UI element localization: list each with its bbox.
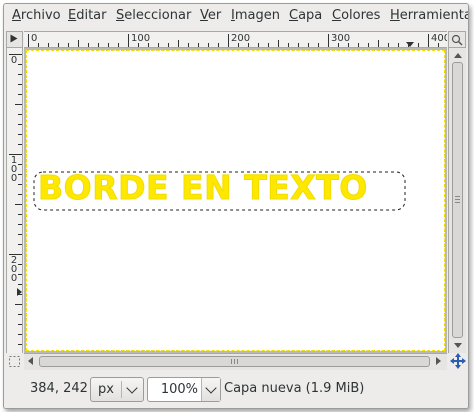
zoom-image-icon xyxy=(451,34,463,46)
quick-mask-icon xyxy=(9,356,20,367)
menubar: Archivo Editar Seleccionar Ver Imagen Ca… xyxy=(4,4,468,28)
menu-editar[interactable]: Editar xyxy=(68,8,107,23)
image-canvas[interactable]: BORDE EN TEXTO xyxy=(26,50,445,351)
navigate-button[interactable] xyxy=(450,353,466,369)
menu-imagen[interactable]: Imagen xyxy=(231,8,280,23)
menu-ver[interactable]: Ver xyxy=(200,8,221,23)
hruler-label-0: 0 xyxy=(31,33,38,44)
vruler-label-0: 0 xyxy=(10,55,18,66)
layer-info: Capa nueva (1.9 MiB) xyxy=(224,381,365,396)
canvas-area[interactable]: BORDE EN TEXTO xyxy=(24,48,447,353)
image-menu-button[interactable] xyxy=(6,31,23,48)
scroll-up-icon[interactable] xyxy=(454,53,462,58)
status-bar: 384, 242 px 100% Capa nueva (1.9 MiB) xyxy=(4,372,468,408)
chevron-down-icon xyxy=(205,382,217,394)
unit-value: px xyxy=(98,382,114,397)
navigate-icon xyxy=(450,353,466,369)
hruler-label-300: 300 xyxy=(331,33,351,44)
menu-capa[interactable]: Capa xyxy=(289,8,322,23)
zoom-selector[interactable]: 100% xyxy=(147,377,221,402)
vertical-ruler-ticks xyxy=(9,54,22,345)
zoom-dropdown-button[interactable] xyxy=(201,378,220,401)
vruler-label-200: 200 xyxy=(10,255,18,284)
menu-archivo[interactable]: Archivo xyxy=(12,8,61,23)
menu-seleccionar[interactable]: Seleccionar xyxy=(116,8,191,23)
scroll-down-icon[interactable] xyxy=(454,343,462,348)
vruler-label-100: 100 xyxy=(10,155,18,184)
menu-colores[interactable]: Colores xyxy=(332,8,380,23)
pointer-coordinates: 384, 242 xyxy=(30,381,88,396)
text-layer[interactable]: BORDE EN TEXTO xyxy=(38,168,368,208)
scroll-right-icon[interactable] xyxy=(436,357,441,365)
hruler-label-400: 400 xyxy=(431,33,447,44)
unit-selector[interactable]: px xyxy=(90,377,144,402)
vertical-scroll-thumb[interactable] xyxy=(452,62,463,338)
hruler-label-100: 100 xyxy=(131,33,151,44)
menu-arrow-icon xyxy=(10,34,18,43)
hruler-label-200: 200 xyxy=(231,33,251,44)
quick-mask-button[interactable] xyxy=(6,353,23,370)
horizontal-scrollbar[interactable] xyxy=(24,353,447,370)
horizontal-ruler[interactable]: 0 100 200 300 400 xyxy=(24,31,447,48)
scroll-left-icon[interactable] xyxy=(28,357,33,365)
vertical-scrollbar[interactable] xyxy=(448,48,466,353)
horizontal-scroll-thumb[interactable] xyxy=(39,356,430,367)
zoom-image-button[interactable] xyxy=(448,31,466,48)
zoom-value[interactable]: 100% xyxy=(161,382,198,397)
menu-herramientas[interactable]: Herramientas xyxy=(390,8,468,23)
vertical-ruler[interactable]: 0 100 200 xyxy=(6,48,23,353)
gimp-image-window: Archivo Editar Seleccionar Ver Imagen Ca… xyxy=(3,3,469,409)
chevron-down-icon xyxy=(126,382,138,394)
